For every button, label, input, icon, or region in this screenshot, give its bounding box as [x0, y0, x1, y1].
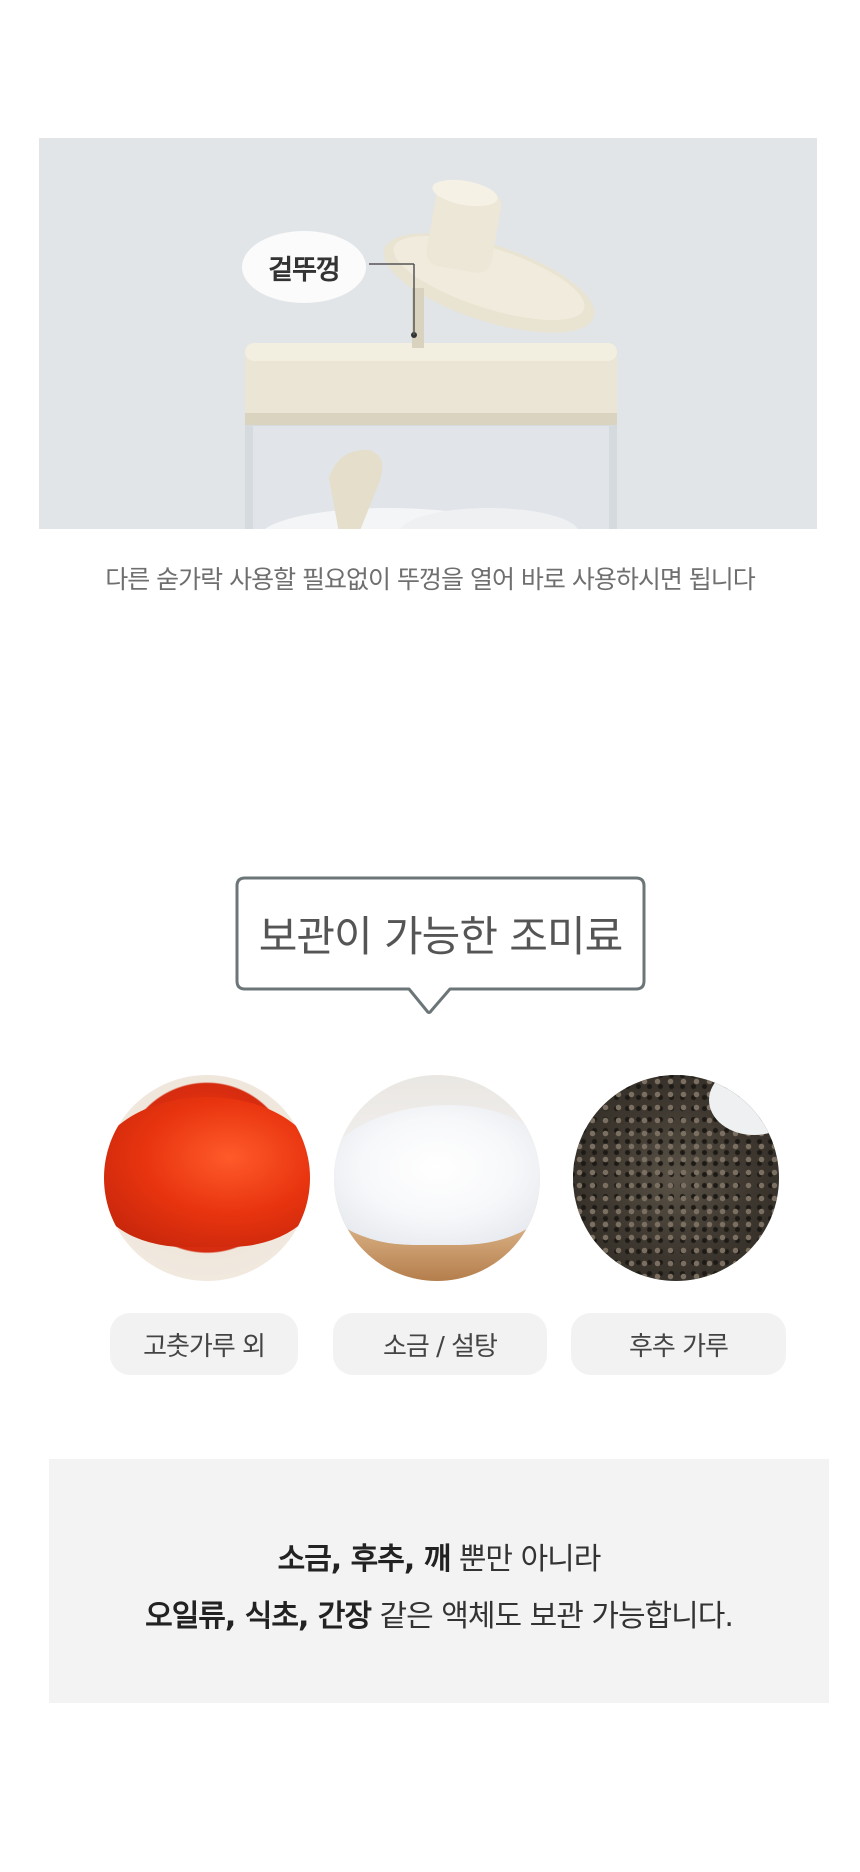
black-pepper-image — [573, 1075, 779, 1281]
info-line-1-rest: 뿐만 아니라 — [450, 1542, 602, 1577]
info-panel: 소금, 후추, 깨 뿐만 아니라 오일류, 식초, 간장 같은 액체도 보관 가… — [49, 1459, 829, 1703]
label-salt-sugar: 소금 / 설탕 — [333, 1313, 547, 1375]
photo-caption: 다른 숟가락 사용할 필요없이 뚜껑을 열어 바로 사용하시면 됩니다 — [105, 565, 756, 594]
info-line-2-rest: 같은 액체도 보관 가능합니다. — [371, 1599, 734, 1634]
jar-illustration — [39, 138, 817, 529]
info-line-1-bold: 소금, 후추, 깨 — [277, 1542, 452, 1577]
product-photo: 겉뚜껑 — [39, 138, 817, 529]
info-line-1: 소금, 후추, 깨 뿐만 아니라 — [49, 1534, 829, 1578]
storage-title-bubble: 보관이 가능한 조미료 — [235, 876, 646, 1014]
label-red-pepper-powder: 고춧가루 외 — [110, 1313, 298, 1375]
red-pepper-powder-image — [104, 1075, 310, 1281]
outer-lid-label: 겉뚜껑 — [242, 231, 366, 303]
info-line-2-bold: 오일류, 식초, 간장 — [145, 1599, 372, 1634]
info-line-2: 오일류, 식초, 간장 같은 액체도 보관 가능합니다. — [49, 1591, 829, 1635]
storage-title: 보관이 가능한 조미료 — [258, 912, 623, 961]
salt-sugar-image — [334, 1075, 540, 1281]
label-pepper-powder: 후추 가루 — [571, 1313, 786, 1375]
